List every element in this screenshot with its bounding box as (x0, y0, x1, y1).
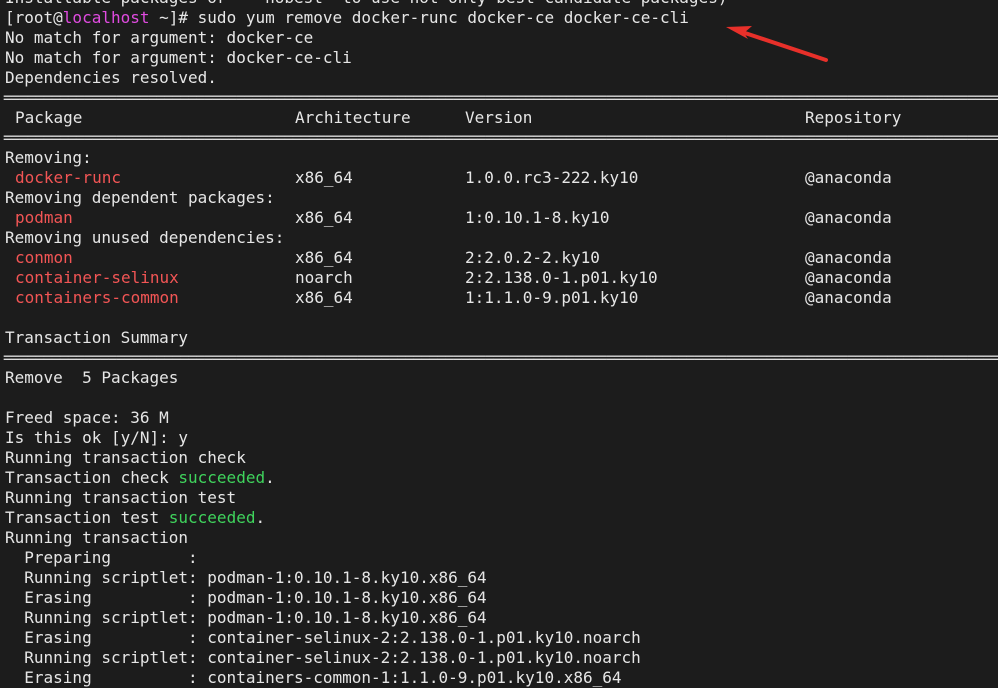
transaction-check-result: Transaction check succeeded. (5, 468, 275, 488)
package-arch: noarch (295, 268, 353, 287)
header-architecture: Architecture (295, 108, 411, 127)
output-line: Running transaction (5, 528, 189, 547)
transaction-step: Running scriptlet: podman-1:0.10.1-8.ky1… (5, 608, 487, 627)
status-label: Transaction check (5, 468, 179, 487)
transaction-step: Preparing : (5, 548, 198, 567)
transaction-summary-heading: Transaction Summary (5, 328, 189, 347)
package-arch: x86_64 (295, 288, 353, 307)
transaction-step: Erasing : podman-1:0.10.1-8.ky10.x86_64 (5, 588, 487, 607)
terminal-window[interactable]: { "lines": { "l0": "Installable packages… (0, 0, 998, 687)
package-version: 1:1.1.0-9.p01.ky10 (465, 288, 639, 307)
command-line[interactable]: [root@localhost ~]# sudo yum remove dock… (5, 8, 689, 28)
package-repo: @anaconda (805, 268, 892, 287)
transaction-step: Erasing : containers-common-1:1.1.0-9.p0… (5, 668, 622, 687)
separator: ========================================… (3, 128, 998, 147)
package-version: 2:2.0.2-2.ky10 (465, 248, 600, 267)
package-repo: @anaconda (805, 208, 892, 227)
package-repo: @anaconda (805, 168, 892, 187)
package-version: 1.0.0.rc3-222.ky10 (465, 168, 639, 187)
package-version: 1:0.10.1-8.ky10 (465, 208, 610, 227)
package-name: containers-common (15, 288, 179, 307)
section-removing-unused: Removing unused dependencies: (5, 228, 285, 247)
package-name: container-selinux (15, 268, 179, 287)
section-removing-dependent: Removing dependent packages: (5, 188, 275, 207)
section-removing: Removing: (5, 148, 92, 167)
package-arch: x86_64 (295, 208, 353, 227)
package-repo: @anaconda (805, 288, 892, 307)
transaction-step: Running scriptlet: podman-1:0.10.1-8.ky1… (5, 568, 487, 587)
separator: ========================================… (3, 88, 998, 107)
freed-space: Freed space: 36 M (5, 408, 169, 427)
transaction-test-result: Transaction test succeeded. (5, 508, 265, 528)
arrow-head (726, 26, 752, 39)
package-arch: x86_64 (295, 168, 353, 187)
prompt-user: [root@ (5, 8, 63, 27)
output-line: No match for argument: docker-ce (5, 28, 314, 47)
package-repo: @anaconda (805, 248, 892, 267)
period: . (265, 468, 275, 487)
command-text: ~]# sudo yum remove docker-runc docker-c… (149, 8, 689, 27)
output-line: Running transaction check (5, 448, 246, 467)
success-text: succeeded (178, 468, 266, 487)
period: . (255, 508, 266, 527)
package-name: podman (15, 208, 73, 227)
success-text: succeeded (168, 508, 256, 527)
transaction-step: Running scriptlet: container-selinux-2:2… (5, 648, 641, 667)
separator: ========================================… (3, 348, 998, 367)
output-line: Dependencies resolved. (5, 68, 217, 87)
package-arch: x86_64 (295, 248, 353, 267)
previous-output-line: Installable packages or '--nobest' to us… (5, 0, 727, 8)
output-line: No match for argument: docker-ce-cli (5, 48, 352, 67)
transaction-step: Erasing : container-selinux-2:2.138.0-1.… (5, 628, 641, 647)
package-name: conmon (15, 248, 73, 267)
arrow-shaft (740, 30, 828, 62)
header-repository: Repository (805, 108, 902, 127)
header-package: Package (15, 108, 83, 127)
package-name: docker-runc (15, 168, 121, 187)
output-line: Running transaction test (5, 488, 237, 507)
header-version: Version (465, 108, 533, 127)
prompt-hostname: localhost (62, 8, 150, 27)
package-version: 2:2.138.0-1.p01.ky10 (465, 268, 658, 287)
status-label: Transaction test (5, 508, 169, 527)
remove-count: Remove 5 Packages (5, 368, 179, 387)
confirm-prompt[interactable]: Is this ok [y/N]: y (5, 428, 188, 448)
